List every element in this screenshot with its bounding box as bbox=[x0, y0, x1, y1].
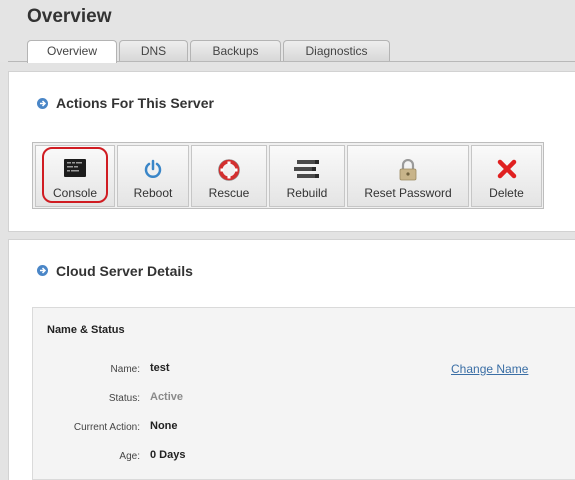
reset-password-button[interactable]: Reset Password bbox=[347, 145, 469, 207]
page-title: Overview bbox=[27, 6, 112, 27]
current-action-value: None bbox=[150, 420, 178, 432]
name-label: Name: bbox=[110, 364, 140, 375]
delete-button[interactable]: Delete bbox=[471, 145, 542, 207]
arrow-bullet-icon bbox=[37, 265, 48, 276]
server-stack-icon bbox=[294, 159, 320, 184]
rescue-button[interactable]: Rescue bbox=[191, 145, 267, 207]
actions-title: Actions For This Server bbox=[56, 95, 214, 111]
status-label: Status: bbox=[108, 393, 140, 404]
rebuild-label: Rebuild bbox=[286, 186, 328, 200]
age-label: Age: bbox=[119, 451, 140, 462]
power-icon bbox=[143, 159, 163, 184]
lifebuoy-icon bbox=[218, 159, 240, 186]
name-status-heading: Name & Status bbox=[47, 324, 125, 336]
details-title: Cloud Server Details bbox=[56, 263, 193, 279]
rebuild-button[interactable]: Rebuild bbox=[269, 145, 345, 207]
actions-toolbar: Console Reboot Rescue Rebuild Reset Pass… bbox=[32, 142, 544, 209]
padlock-icon bbox=[399, 158, 417, 186]
tab-backups[interactable]: Backups bbox=[190, 40, 281, 62]
current-action-label: Current Action: bbox=[73, 422, 140, 433]
reboot-label: Reboot bbox=[133, 186, 173, 200]
tab-dns[interactable]: DNS bbox=[119, 40, 188, 62]
rescue-label: Rescue bbox=[208, 186, 250, 200]
delete-label: Delete bbox=[489, 186, 524, 200]
reset-password-label: Reset Password bbox=[364, 186, 452, 200]
tab-overview[interactable]: Overview bbox=[27, 40, 117, 63]
change-name-link[interactable]: Change Name bbox=[451, 362, 528, 376]
name-value: test bbox=[150, 362, 170, 374]
console-highlight-ring bbox=[42, 147, 108, 203]
tab-diagnostics[interactable]: Diagnostics bbox=[283, 40, 390, 62]
status-value: Active bbox=[150, 391, 184, 403]
age-value: 0 Days bbox=[150, 449, 186, 461]
reboot-button[interactable]: Reboot bbox=[117, 145, 189, 207]
arrow-bullet-icon bbox=[37, 98, 48, 109]
red-x-icon bbox=[497, 159, 517, 184]
